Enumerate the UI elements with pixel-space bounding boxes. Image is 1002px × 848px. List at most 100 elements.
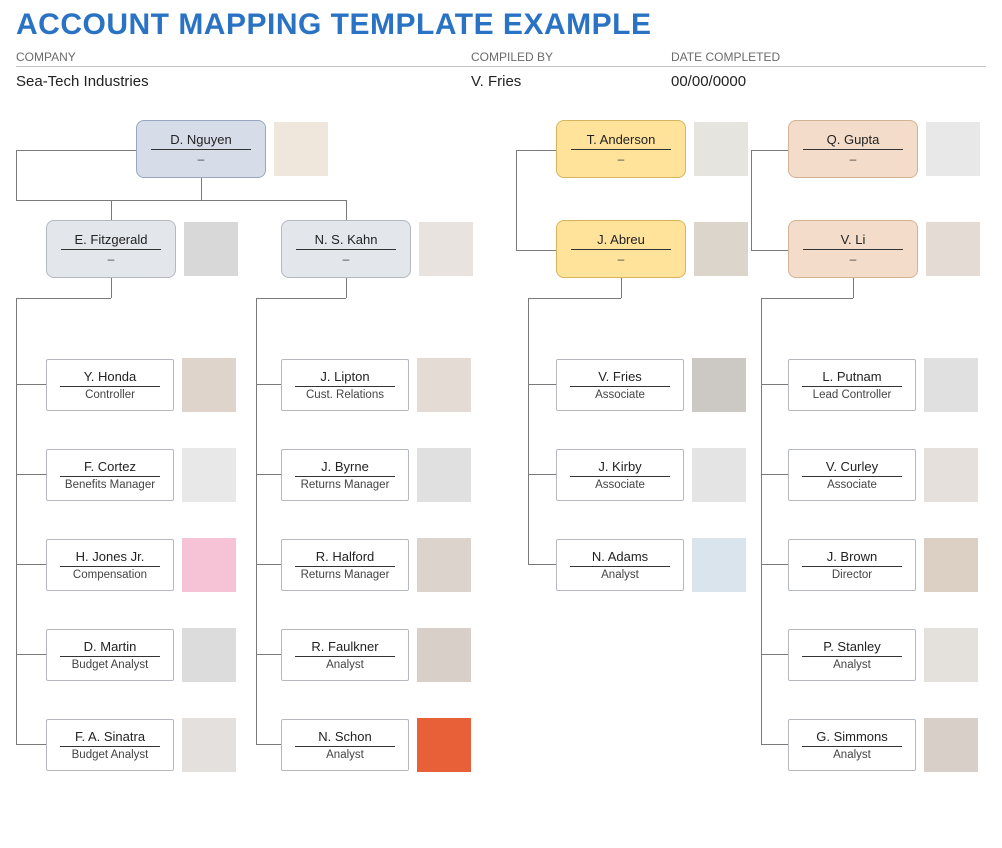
person-name: F. A. Sinatra bbox=[75, 729, 145, 746]
avatar bbox=[694, 122, 748, 176]
avatar bbox=[926, 222, 980, 276]
card-n-s-kahn: N. S. Kahn – bbox=[281, 220, 473, 278]
connector bbox=[528, 298, 529, 564]
card-leaf: V. FriesAssociate bbox=[556, 358, 746, 412]
avatar bbox=[694, 222, 748, 276]
box: V. Li – bbox=[788, 220, 918, 278]
avatar bbox=[924, 628, 978, 682]
card-q-gupta: Q. Gupta – bbox=[788, 120, 980, 178]
connector bbox=[853, 278, 854, 298]
avatar bbox=[692, 358, 746, 412]
person-name: R. Halford bbox=[316, 549, 375, 566]
person-name: R. Faulkner bbox=[311, 639, 378, 656]
connector bbox=[16, 150, 136, 151]
card-d-nguyen: D. Nguyen – bbox=[136, 120, 328, 178]
connector bbox=[16, 474, 46, 475]
card-leaf: J. LiptonCust. Relations bbox=[281, 358, 471, 412]
box: N. S. Kahn – bbox=[281, 220, 411, 278]
person-name: F. Cortez bbox=[84, 459, 136, 476]
card-leaf: R. FaulknerAnalyst bbox=[281, 628, 471, 682]
card-leaf: H. Jones Jr.Compensation bbox=[46, 538, 236, 592]
connector bbox=[528, 564, 556, 565]
connector bbox=[751, 150, 752, 250]
connector bbox=[256, 298, 346, 299]
page-title: ACCOUNT MAPPING TEMPLATE EXAMPLE bbox=[16, 8, 986, 42]
connector bbox=[528, 384, 556, 385]
connector bbox=[16, 744, 46, 745]
connector bbox=[111, 278, 112, 298]
card-leaf: N. AdamsAnalyst bbox=[556, 538, 746, 592]
connector bbox=[761, 384, 788, 385]
person-name: Q. Gupta bbox=[827, 132, 880, 149]
connector bbox=[761, 744, 788, 745]
avatar bbox=[417, 628, 471, 682]
connector bbox=[16, 654, 46, 655]
card-leaf: F. CortezBenefits Manager bbox=[46, 448, 236, 502]
person-name: J. Lipton bbox=[320, 369, 369, 386]
person-role: Associate bbox=[595, 477, 645, 491]
avatar bbox=[924, 718, 978, 772]
card-v-li: V. Li – bbox=[788, 220, 980, 278]
person-role: Cust. Relations bbox=[306, 387, 384, 401]
connector bbox=[16, 298, 111, 299]
card-leaf: L. PutnamLead Controller bbox=[788, 358, 978, 412]
card-e-fitzgerald: E. Fitzgerald – bbox=[46, 220, 238, 278]
person-role: Benefits Manager bbox=[65, 477, 155, 491]
avatar bbox=[182, 628, 236, 682]
connector bbox=[751, 150, 788, 151]
connector bbox=[528, 474, 556, 475]
person-role: Returns Manager bbox=[301, 567, 390, 581]
label-date-completed: DATE COMPLETED bbox=[671, 50, 851, 64]
card-leaf: F. A. SinatraBudget Analyst bbox=[46, 718, 236, 772]
card-leaf: J. ByrneReturns Manager bbox=[281, 448, 471, 502]
connector bbox=[516, 150, 517, 250]
connector bbox=[16, 564, 46, 565]
person-role: Analyst bbox=[326, 657, 364, 671]
card-leaf: D. MartinBudget Analyst bbox=[46, 628, 236, 682]
box: D. Nguyen – bbox=[136, 120, 266, 178]
person-role: Analyst bbox=[833, 747, 871, 761]
person-name: P. Stanley bbox=[823, 639, 881, 656]
person-role: Analyst bbox=[833, 657, 871, 671]
connector bbox=[16, 200, 346, 201]
box: J. Abreu – bbox=[556, 220, 686, 278]
box: E. Fitzgerald – bbox=[46, 220, 176, 278]
person-name: D. Martin bbox=[84, 639, 137, 656]
avatar bbox=[417, 538, 471, 592]
role-dash: – bbox=[850, 250, 857, 266]
person-name: Y. Honda bbox=[84, 369, 137, 386]
value-compiled-by: V. Fries bbox=[471, 73, 671, 90]
box: T. Anderson – bbox=[556, 120, 686, 178]
person-role: Controller bbox=[85, 387, 135, 401]
card-leaf: V. CurleyAssociate bbox=[788, 448, 978, 502]
card-leaf: G. SimmonsAnalyst bbox=[788, 718, 978, 772]
person-name: V. Curley bbox=[826, 459, 878, 476]
connector bbox=[516, 150, 556, 151]
value-company: Sea-Tech Industries bbox=[16, 73, 471, 90]
person-name: N. S. Kahn bbox=[315, 232, 378, 249]
avatar bbox=[417, 718, 471, 772]
avatar bbox=[419, 222, 473, 276]
avatar bbox=[924, 538, 978, 592]
connector bbox=[621, 278, 622, 298]
avatar bbox=[417, 448, 471, 502]
avatar bbox=[924, 358, 978, 412]
avatar bbox=[274, 122, 328, 176]
connector bbox=[201, 178, 202, 200]
connector bbox=[516, 250, 556, 251]
value-date-completed: 00/00/0000 bbox=[671, 73, 851, 90]
label-compiled-by: COMPILED BY bbox=[471, 50, 671, 64]
card-leaf: Y. Honda Controller bbox=[46, 358, 236, 412]
connector bbox=[346, 200, 347, 220]
connector bbox=[256, 564, 281, 565]
header-labels-row: COMPANY COMPILED BY DATE COMPLETED bbox=[16, 50, 986, 67]
connector bbox=[346, 278, 347, 298]
role-dash: – bbox=[850, 150, 857, 166]
avatar bbox=[182, 448, 236, 502]
connector bbox=[256, 654, 281, 655]
role-dash: – bbox=[343, 250, 350, 266]
avatar bbox=[184, 222, 238, 276]
connector bbox=[528, 298, 621, 299]
connector bbox=[16, 150, 17, 200]
person-name: N. Adams bbox=[592, 549, 648, 566]
